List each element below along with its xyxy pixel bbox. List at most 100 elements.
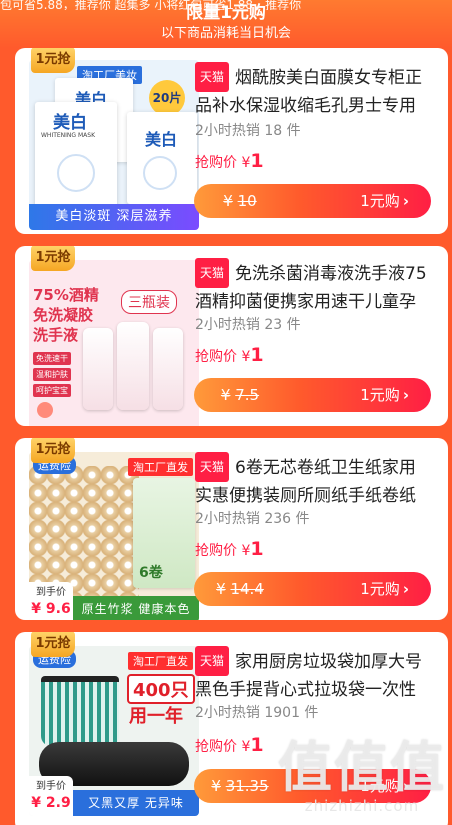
image-ribbon: 原生竹浆 健康本色 [73,596,199,620]
buy-label: 1元购 [360,580,400,598]
orig-currency: ¥ [216,580,226,598]
orig-currency: ¥ [211,777,221,795]
product-title[interactable]: 天猫 6卷无芯卷纸卫生纸家用实惠便携装厕所厕纸手纸卷纸 [195,452,431,508]
original-price: ¥ 31.35 [194,769,286,803]
watermark-url: zhizhizhi.com [304,797,420,815]
orig-currency: ¥ [223,192,233,210]
mini-price-value: ¥ 2.9 [31,795,71,811]
price-row: 抢购价 ¥1 [195,538,264,560]
pack-word-right: 美白 [145,130,178,149]
one-yuan-badge: 1元抢 [31,438,75,463]
one-yuan-badge: 1元抢 [31,632,75,657]
bottle-1 [83,328,113,410]
factory-tag: 淘工厂直发 [128,458,193,476]
price-row: 抢购价 ¥1 [195,150,264,172]
price-label: 抢购价 [195,155,237,171]
buy-button[interactable]: 1元购 › [360,184,409,218]
sale-price: 1 [250,344,264,366]
peach-icon [37,402,53,418]
original-price: ¥ 7.5 [194,378,286,412]
site-watermark: 值值值 zhizhizhi.com [278,736,446,816]
product-card[interactable]: 1元抢 淘工厂美妆 美白 20片 美白 WHITENING MASK 美白 美白… [15,48,448,234]
page-title: 限量1元购 [186,3,266,23]
sale-price: 1 [250,734,264,756]
orig-value: 14.4 [230,580,264,598]
buy-bar[interactable]: ¥ 14.4 1元购 › [194,572,431,606]
buy-button[interactable]: 1元购 › [360,572,409,606]
big-count: 400只 [127,674,195,704]
one-yuan-badge: 1元抢 [31,48,75,73]
buy-label: 1元购 [360,192,400,210]
pack-sub: WHITENING MASK [41,132,95,139]
mask-pack-right: 美白 [127,112,197,204]
mini-price-label: 到手价 [36,587,66,598]
chevron-right-icon: › [402,580,409,598]
bottle-3 [153,328,183,410]
page-subtitle: 以下商品消耗当日机会 [160,26,291,41]
product-image[interactable]: 75%酒精 免洗凝胶 洗手液 三瓶装 免洗速干 温和护肤 呵护宝宝 [29,260,199,426]
sales-count: 2小时热销 236 件 [195,511,310,527]
product-title-text: 家用厨房垃圾袋加厚大号黑色手提背心式拉圾袋一次性 [195,652,423,700]
tmall-tag: 天猫 [195,452,230,482]
price-label: 抢购价 [195,543,237,559]
three-bottles-label: 三瓶装 [121,290,177,314]
mini-price-label: 到手价 [36,781,66,792]
mask-pack-front: 美白 WHITENING MASK [35,102,117,212]
sale-price: 1 [250,150,264,172]
toilet-rolls [29,466,139,596]
product-title[interactable]: 天猫 家用厨房垃圾袋加厚大号黑色手提背心式拉圾袋一次性 [195,646,431,702]
buy-bar[interactable]: ¥ 7.5 1元购 › [194,378,431,412]
image-ribbon: 又黑又厚 无异味 [73,790,199,816]
orig-value: 10 [237,192,257,210]
product-title[interactable]: 天猫 烟酰胺美白面膜女专柜正品补水保湿收缩毛孔男士专用 [195,62,431,118]
sales-count: 2小时热销 23 件 [195,317,301,333]
original-price: ¥ 14.4 [194,572,286,606]
chevron-right-icon: › [402,192,409,210]
product-image[interactable]: 6卷 淘工厂直发 运费险 到手价 ¥ 9.6 原生竹浆 健康本色 [29,452,199,620]
img-line2: 免洗凝胶 [33,306,94,324]
buy-bar[interactable]: ¥ 10 1元购 › [194,184,431,218]
img-line3: 洗手液 [33,326,79,344]
original-price: ¥ 10 [194,184,286,218]
buy-label: 1元购 [360,386,400,404]
product-card[interactable]: 1元抢 75%酒精 免洗凝胶 洗手液 三瓶装 免洗速干 温和护肤 呵护宝宝 天猫… [15,246,448,426]
tmall-tag: 天猫 [195,258,230,288]
img-line1: 75%酒精 [33,286,99,304]
top-header: 包可省5.88，推荐你 超集多 小将红包可省1.88，推荐你 限量1元购 以下商… [0,0,452,48]
sales-count: 2小时热销 18 件 [195,123,301,139]
watermark-logo: 值值值 [278,736,446,799]
orig-currency: ¥ [220,386,231,404]
buy-button[interactable]: 1元购 › [360,378,409,412]
product-title[interactable]: 天猫免洗杀菌消毒液洗手液75酒精抑菌便携家用速干儿童孕妇 [195,258,431,314]
image-ribbon: 美白淡斑 深层滋养 [29,204,199,230]
product-title-text: 免洗杀菌消毒液洗手液75酒精抑菌便携家用速干儿童孕妇 [195,264,427,312]
bottle-2 [117,322,149,410]
tmall-tag: 天猫 [195,62,230,92]
orig-value: 7.5 [235,386,260,404]
img-tag-2: 温和护肤 [33,368,71,381]
one-yuan-badge: 1元抢 [31,246,75,271]
product-image[interactable]: 淘工厂美妆 美白 20片 美白 WHITENING MASK 美白 美白淡斑 深… [29,60,199,230]
price-row: 抢购价 ¥1 [195,734,264,756]
sales-count: 2小时热销 1901 件 [195,705,319,721]
price-label: 抢购价 [195,739,237,755]
product-title-text: 烟酰胺美白面膜女专柜正品补水保湿收缩毛孔男士专用 [195,68,423,116]
pack-word: 美白 [53,113,87,133]
mask-circle-icon-right [143,156,177,190]
year-label: 用一年 [129,706,183,727]
orig-value: 31.35 [225,777,269,795]
img-tag-1: 免洗速干 [33,352,71,365]
sale-price: 1 [250,538,264,560]
chevron-right-icon: › [402,386,409,404]
factory-tag: 淘工厂直发 [128,652,193,670]
mini-price-box: 到手价 ¥ 2.9 [29,776,73,816]
trash-bin [41,676,119,746]
mini-price-box: 到手价 ¥ 9.6 [29,582,73,620]
img-tag-3: 呵护宝宝 [33,384,71,397]
price-label: 抢购价 [195,349,237,365]
product-card[interactable]: 1元抢 6卷 淘工厂直发 运费险 到手价 ¥ 9.6 原生竹浆 健康本色 天猫 6… [15,438,448,620]
mask-circle-icon [57,154,95,192]
tmall-tag: 天猫 [195,646,230,676]
count-badge: 20片 [149,80,185,116]
product-image[interactable]: 淘工厂直发 运费险 400只 用一年 到手价 ¥ 2.9 又黑又厚 无异味 [29,646,199,816]
